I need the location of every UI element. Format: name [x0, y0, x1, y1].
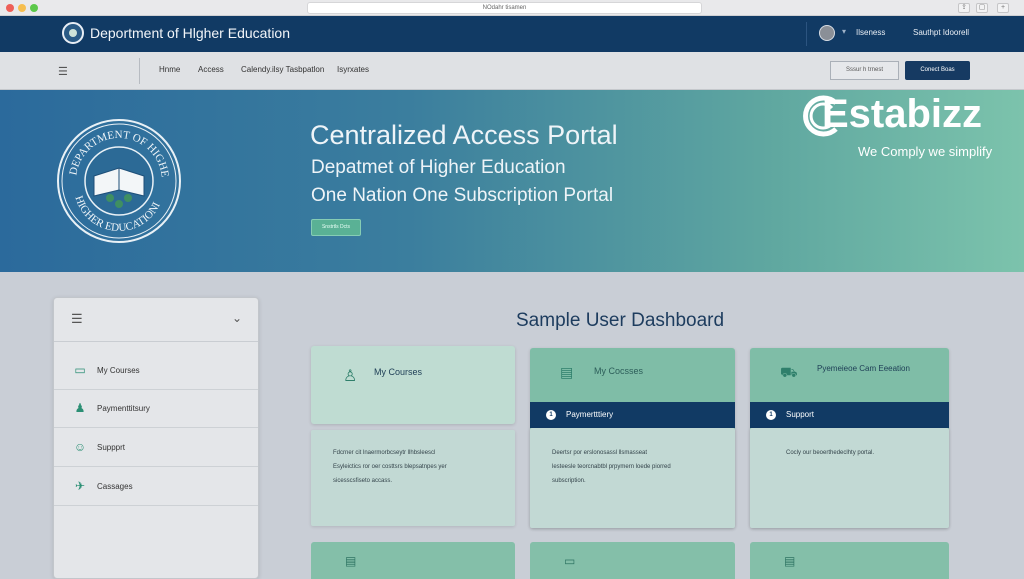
card-payment-history[interactable]: ▤ My Cocsses 1 Paymertttiery Deertsr por…: [530, 348, 735, 528]
card-text-line: Esyleictics ror oer costtsrs blepsatnpes…: [333, 464, 447, 470]
minimize-window-icon[interactable]: [18, 4, 26, 12]
maximize-window-icon[interactable]: [30, 4, 38, 12]
messages-icon: ✈: [74, 479, 86, 493]
hero-subtitle: Depatmet of Higher Education: [311, 157, 566, 178]
card-title: My Cocsses: [594, 366, 644, 376]
menu-icon[interactable]: ☰: [58, 65, 68, 78]
menu-icon[interactable]: ☰: [71, 311, 83, 327]
main-nav: ☰ Hnme Access Calendy.ilsy Tasbpatlon Is…: [0, 52, 1024, 90]
card-band-label: Support: [786, 410, 815, 419]
card-text-line: Deertsr por erslonosassl llsmasseat: [552, 450, 648, 456]
card-title: My Courses: [374, 367, 423, 377]
connect-button[interactable]: Conect Boas: [905, 61, 970, 80]
sidebar-item-label: Suppprt: [97, 443, 126, 452]
card-text-line: lesteesle teorcnabtbl prpymern loede pio…: [552, 464, 671, 470]
sidebar-item-payment-history[interactable]: ♟ Paymenttitsury: [54, 390, 258, 428]
card-body-support: Cocly our beoerthedeclhty portal.: [750, 428, 949, 528]
close-window-icon[interactable]: [6, 4, 14, 12]
card-bottom-3[interactable]: ▤: [750, 542, 949, 579]
nav-divider: [139, 58, 140, 84]
card-body-my-courses: Fdcrner cit lnaermorbcseytr llhbsleescl …: [311, 430, 515, 526]
sidebar-header: ☰ ⌄: [54, 298, 258, 342]
laptop-icon: ▭: [74, 363, 86, 377]
brand-name: Estabizz: [822, 92, 983, 136]
nav-link-home[interactable]: Hnme: [159, 65, 180, 74]
user-name[interactable]: Ilseness: [856, 28, 885, 37]
hero-banner: DEPARTMENT OF HIGHE HIGHER EDUCATIONI Ce…: [0, 90, 1024, 272]
dashboard-title: Sample User Dashboard: [516, 310, 725, 331]
hero-cta-button[interactable]: Snstrtls Dcts: [311, 219, 361, 236]
chevron-down-icon[interactable]: ▾: [842, 27, 846, 36]
brand-tagline: We Comply we simplify: [858, 144, 993, 159]
sidebar: ☰ ⌄ ▭ My Courses ♟ Paymenttitsury ☺ Supp…: [53, 297, 259, 579]
search-button[interactable]: Sssur h trnest: [830, 61, 899, 80]
card-body-payment-history: Deertsr por erslonosassl llsmasseat lest…: [530, 428, 735, 528]
department-seal-logo: DEPARTMENT OF HIGHE HIGHER EDUCATIONI: [57, 119, 181, 243]
sidebar-item-label: My Courses: [97, 366, 140, 375]
document-icon: ▤: [345, 554, 357, 568]
sidebar-item-messages[interactable]: ✈ Cassages: [54, 468, 258, 506]
card-band-number: 1: [766, 410, 776, 420]
card-title: Pyemeieoe Cam Eeeation: [817, 364, 910, 373]
sidebar-item-label: Cassages: [97, 482, 133, 491]
card-text-line: subscription.: [552, 478, 586, 484]
sign-out-link[interactable]: Sauthpt Idoorell: [913, 28, 969, 37]
header-divider: [806, 22, 807, 46]
card-text-line: Fdcrner cit lnaermorbcseytr llhbsleescl: [333, 450, 436, 456]
card-text-line: Cocly our beoerthedeclhty portal.: [786, 450, 875, 456]
browser-chrome: NOdahr tisamen ⇪ ▢ +: [0, 0, 1024, 16]
hero-title: Centralized Access Portal: [310, 120, 618, 150]
sidebar-item-support[interactable]: ☺ Suppprt: [54, 429, 258, 467]
site-header: Deportment of Hlgher Education ▾ Ilsenes…: [0, 16, 1024, 52]
nav-link-resources[interactable]: Isyrxates: [337, 65, 369, 74]
card-my-courses[interactable]: ♙ My Courses: [311, 346, 515, 424]
avatar[interactable]: [819, 25, 835, 41]
payment-icon: ♟: [74, 401, 86, 415]
card-text-line: sicesscsfiseto accass.: [333, 478, 393, 484]
user-icon: ♙: [343, 368, 358, 385]
nav-link-calendar[interactable]: Calendy.ilsy Tasbpatlon: [241, 65, 324, 74]
share-icon[interactable]: ⇪: [958, 3, 970, 13]
tabs-icon[interactable]: ▢: [976, 3, 988, 13]
card-band-number: 1: [546, 410, 556, 420]
new-tab-icon[interactable]: +: [997, 3, 1009, 13]
card-bottom-2[interactable]: ▭: [530, 542, 735, 579]
support-icon: ☺: [73, 440, 87, 454]
clipboard-icon: ▤: [784, 554, 796, 568]
clipboard-icon: ▤: [560, 364, 574, 380]
sidebar-item-label: Paymenttitsury: [97, 404, 150, 413]
hero-subtitle-secondary: One Nation One Subscription Portal: [311, 185, 614, 206]
chevron-down-icon[interactable]: ⌄: [232, 311, 242, 325]
truck-icon: ⛟: [780, 364, 798, 380]
card-band-label: Paymertttiery: [566, 410, 614, 419]
department-title[interactable]: Deportment of Hlgher Education: [90, 25, 290, 41]
nav-link-access[interactable]: Access: [198, 65, 224, 74]
department-seal-icon[interactable]: [62, 22, 84, 44]
folder-icon: ▭: [564, 554, 576, 568]
address-bar[interactable]: NOdahr tisamen: [307, 2, 702, 14]
card-band[interactable]: 1 Support: [750, 402, 949, 428]
sidebar-item-my-courses[interactable]: ▭ My Courses: [54, 352, 258, 390]
estabizz-watermark: Estabizz We Comply we simplify: [802, 92, 1024, 166]
card-band[interactable]: 1 Paymertttiery: [530, 402, 735, 428]
card-bottom-1[interactable]: ▤: [311, 542, 515, 579]
card-support[interactable]: ⛟ Pyemeieoe Cam Eeeation 1 Support Cocly…: [750, 348, 949, 528]
